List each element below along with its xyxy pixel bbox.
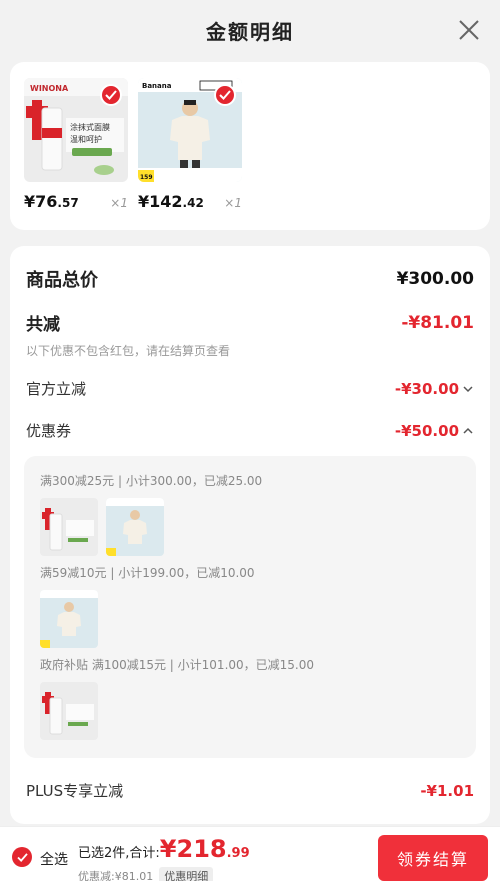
product-price-decimal: .57 (57, 196, 79, 210)
coupon-label: 优惠券 (26, 422, 72, 440)
reduce-note: 以下优惠不包含红包，请在结算页查看 (26, 344, 231, 358)
grand-total-decimal: .99 (226, 846, 250, 861)
official-discount-label: 官方立减 (26, 380, 87, 398)
reduce-value: -¥81.01 (401, 312, 474, 333)
discount-summary: 优惠减:¥81.01 优惠明细 (78, 867, 214, 881)
svg-text:159: 159 (140, 174, 153, 181)
tshirt-thumbnail (106, 498, 164, 556)
coupon-row[interactable]: 优惠券 -¥50.00 (26, 420, 474, 441)
product-image[interactable]: WINONA 涂抹式面膜 温和呵护 (24, 78, 128, 182)
reduce-row: 共减 -¥81.01 (26, 310, 474, 336)
official-discount-row[interactable]: 官方立减 -¥30.00 (26, 378, 474, 399)
reduce-label: 共减 (26, 315, 60, 335)
total-value: ¥300.00 (396, 269, 474, 289)
product-quantity: ×1 (224, 196, 242, 210)
coupon-line: 政府补贴 满100减15元 | 小计101.00，已减15.00 (40, 658, 315, 672)
coupon-breakdown: 满300减25元 | 小计300.00，已减25.00 满59减10元 | 小计… (24, 456, 476, 758)
header: 金额明细 (0, 0, 500, 60)
total-row: 商品总价 ¥300.00 (26, 266, 474, 292)
product-price-line: ¥142.42 ×1 (138, 192, 242, 211)
total-label: 商品总价 (26, 270, 98, 291)
coupon-line: 满59减10元 | 小计199.00，已减10.00 (40, 566, 255, 580)
page-title: 金额明细 (206, 19, 294, 44)
selected-count: 已选2件,合计: (78, 846, 160, 861)
discount-amount: 优惠减:¥81.01 (78, 870, 154, 881)
chevron-down-icon[interactable] (462, 385, 474, 393)
svg-text:涂抹式面膜: 涂抹式面膜 (70, 122, 110, 132)
product-price-decimal: .42 (182, 196, 204, 210)
total-summary: 已选2件,合计: ¥218 .99 (78, 835, 250, 863)
skincare-thumbnail (40, 498, 98, 556)
products-card: WINONA 涂抹式面膜 温和呵护 ¥76.57 ×1 Banana 159 ¥… (10, 62, 490, 230)
select-all-checkbox[interactable] (12, 847, 32, 867)
official-discount-value: -¥30.00 (394, 379, 459, 398)
discount-detail-link[interactable]: 优惠明细 (159, 867, 214, 881)
svg-text:WINONA: WINONA (30, 84, 69, 93)
tshirt-thumbnail (40, 590, 98, 648)
product-price: ¥142 (138, 192, 183, 211)
product-quantity: ×1 (110, 196, 128, 210)
grand-total: ¥218 (159, 835, 227, 863)
plus-discount-label: PLUS专享立减 (26, 782, 124, 800)
product-price: ¥76 (24, 192, 58, 211)
chevron-up-icon[interactable] (462, 427, 474, 435)
skincare-thumbnail (40, 682, 98, 740)
svg-text:温和呵护: 温和呵护 (70, 134, 102, 144)
plus-discount-row: PLUS专享立减 -¥1.01 (26, 780, 474, 801)
price-details-card: 商品总价 ¥300.00 共减 -¥81.01 以下优惠不包含红包，请在结算页查… (10, 246, 490, 824)
product-item[interactable]: Banana 159 ¥142.42 ×1 (138, 78, 242, 211)
checkout-button[interactable]: 领券结算 (378, 835, 488, 881)
select-all-label[interactable]: 全选 (40, 849, 68, 869)
product-item[interactable]: WINONA 涂抹式面膜 温和呵护 ¥76.57 ×1 (24, 78, 128, 211)
checkmark-icon[interactable] (214, 84, 236, 106)
plus-discount-value: -¥1.01 (420, 781, 474, 800)
checkout-bar: 全选 已选2件,合计: ¥218 .99 优惠减:¥81.01 优惠明细 领券结… (0, 826, 500, 881)
product-price-line: ¥76.57 ×1 (24, 192, 128, 211)
close-icon[interactable] (456, 17, 482, 43)
checkmark-icon[interactable] (100, 84, 122, 106)
coupon-value: -¥50.00 (394, 421, 459, 440)
product-image[interactable]: Banana 159 (138, 78, 242, 182)
svg-text:Banana: Banana (142, 82, 172, 90)
coupon-line: 满300减25元 | 小计300.00，已减25.00 (40, 474, 263, 488)
